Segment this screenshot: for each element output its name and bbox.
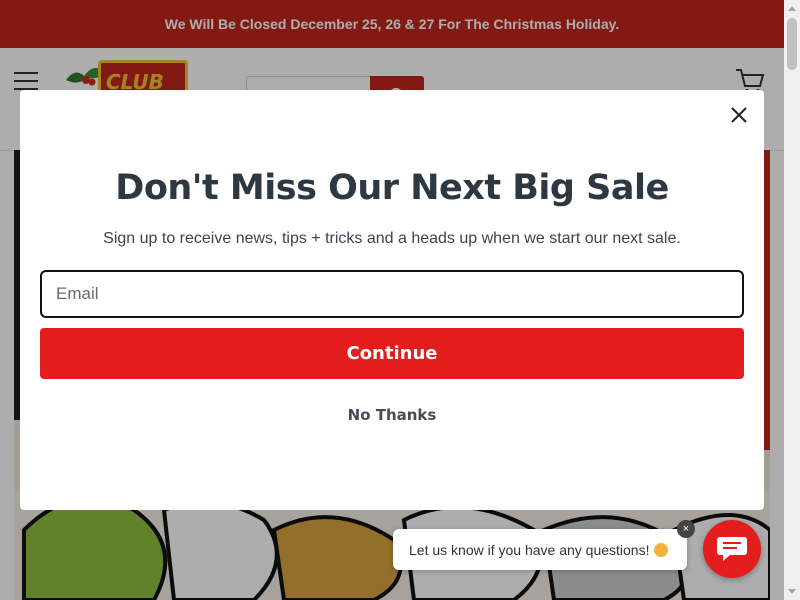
modal-subtitle: Sign up to receive news, tips + tricks a…	[103, 230, 681, 247]
chat-prompt-bubble[interactable]: Let us know if you have any questions!	[393, 529, 687, 570]
signup-modal: Don't Miss Our Next Big Sale Sign up to …	[20, 90, 764, 510]
smiling-face-icon	[654, 542, 669, 557]
scroll-down-arrow-icon[interactable]	[788, 589, 796, 594]
close-icon[interactable]	[728, 104, 750, 126]
chat-prompt-text: Let us know if you have any questions!	[409, 541, 650, 558]
chat-dismiss-button[interactable]: ×	[677, 520, 695, 538]
chat-icon	[717, 537, 747, 561]
modal-title: Don't Miss Our Next Big Sale	[115, 168, 669, 208]
continue-button[interactable]: Continue	[40, 328, 744, 379]
chat-launcher-button[interactable]	[703, 520, 761, 578]
scroll-up-arrow-icon[interactable]	[788, 6, 796, 11]
page-scrollbar[interactable]	[784, 0, 800, 600]
scrollbar-thumb[interactable]	[787, 18, 797, 70]
email-field[interactable]	[40, 270, 744, 318]
no-thanks-link[interactable]: No Thanks	[20, 406, 764, 424]
